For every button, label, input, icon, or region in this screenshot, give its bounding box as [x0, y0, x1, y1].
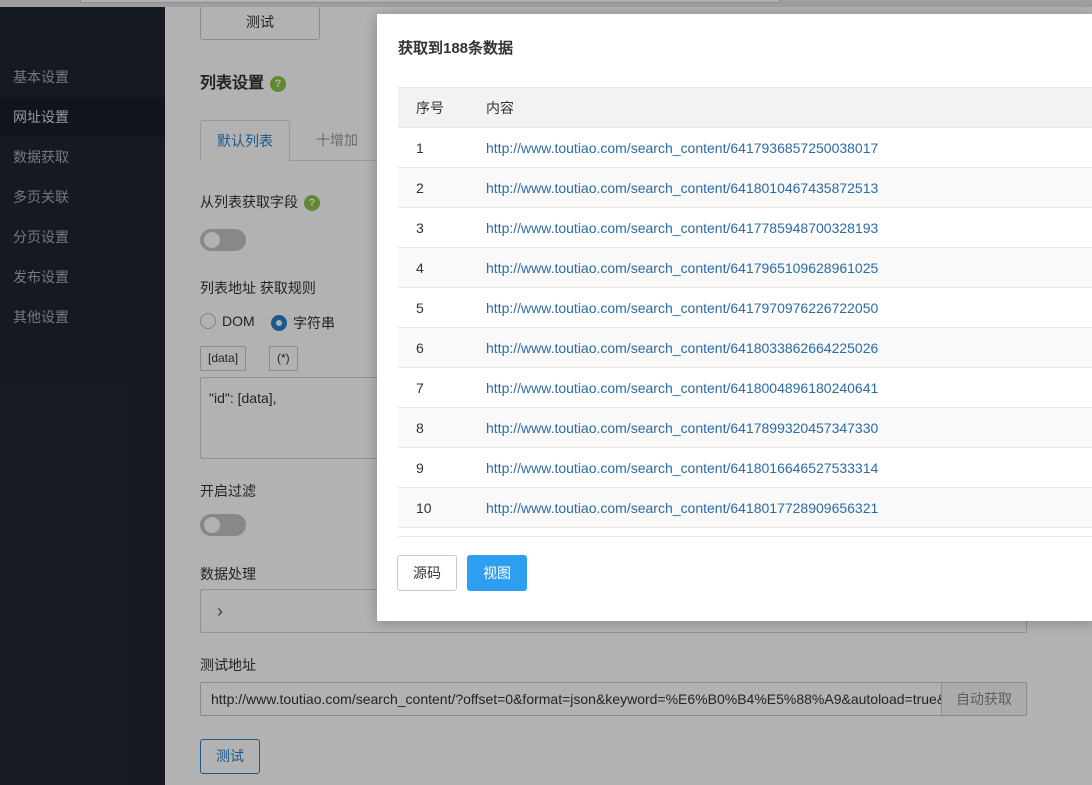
table-row: 6 http://www.toutiao.com/search_content/6… — [398, 327, 1092, 368]
row-url-link[interactable]: http://www.toutiao.com/search_content/64… — [468, 447, 1092, 488]
row-url-link[interactable]: http://www.toutiao.com/search_content/64… — [468, 407, 1092, 448]
results-table-container[interactable]: 序号 内容 1 http://www.toutiao.com/search_con… — [398, 87, 1092, 537]
table-row: 10 http://www.toutiao.com/search_content/… — [398, 487, 1092, 528]
row-number: 5 — [398, 287, 468, 328]
row-url-link[interactable]: http://www.toutiao.com/search_content/64… — [468, 327, 1092, 368]
table-row: 8 http://www.toutiao.com/search_content/6… — [398, 407, 1092, 448]
row-url-link[interactable]: http://www.toutiao.com/search_content/64… — [468, 287, 1092, 328]
table-row: 3 http://www.toutiao.com/search_content/6… — [398, 207, 1092, 248]
row-url-link[interactable]: http://www.toutiao.com/search_content/64… — [468, 367, 1092, 408]
row-url-link[interactable]: http://www.toutiao.com/search_content/64… — [468, 207, 1092, 248]
row-url-link[interactable]: http://www.toutiao.com/search_content/64… — [468, 487, 1092, 528]
row-number: 8 — [398, 407, 468, 448]
table-row: 7 http://www.toutiao.com/search_content/6… — [398, 367, 1092, 408]
source-button[interactable]: 源码 — [397, 555, 457, 591]
results-table: 序号 内容 1 http://www.toutiao.com/search_con… — [398, 87, 1092, 528]
results-modal: 获取到188条数据 序号 内容 1 http://www.toutiao.com/… — [377, 14, 1092, 621]
row-number: 6 — [398, 327, 468, 368]
modal-title: 获取到188条数据 — [398, 40, 514, 57]
table-row: 9 http://www.toutiao.com/search_content/6… — [398, 447, 1092, 488]
column-header-content: 内容 — [468, 87, 1092, 128]
view-button[interactable]: 视图 — [467, 555, 527, 591]
row-url-link[interactable]: http://www.toutiao.com/search_content/64… — [468, 247, 1092, 288]
table-row: 4 http://www.toutiao.com/search_content/6… — [398, 247, 1092, 288]
row-number: 3 — [398, 207, 468, 248]
row-url-link[interactable]: http://www.toutiao.com/search_content/64… — [468, 167, 1092, 208]
row-number: 10 — [398, 487, 468, 528]
row-number: 9 — [398, 447, 468, 488]
row-number: 1 — [398, 127, 468, 168]
table-row: 2 http://www.toutiao.com/search_content/6… — [398, 167, 1092, 208]
table-row: 5 http://www.toutiao.com/search_content/6… — [398, 287, 1092, 328]
row-number: 4 — [398, 247, 468, 288]
column-header-no: 序号 — [398, 87, 468, 128]
row-number: 2 — [398, 167, 468, 208]
row-url-link[interactable]: http://www.toutiao.com/search_content/64… — [468, 127, 1092, 168]
row-number: 7 — [398, 367, 468, 408]
table-header-row: 序号 内容 — [398, 87, 1092, 128]
table-row: 1 http://www.toutiao.com/search_content/6… — [398, 127, 1092, 168]
